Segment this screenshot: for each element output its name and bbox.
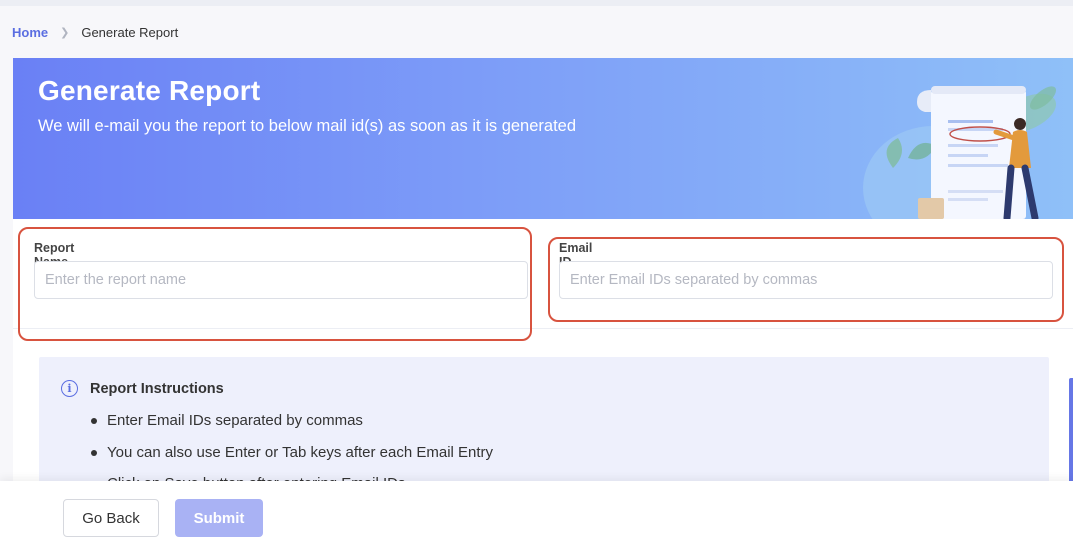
footer-actions: Go Back Submit xyxy=(0,481,1073,541)
list-item: Enter Email IDs separated by commas xyxy=(87,412,493,444)
submit-button[interactable]: Submit xyxy=(175,499,263,537)
report-card: Generate Report We will e-mail you the r… xyxy=(13,58,1073,541)
breadcrumb: Home ❯ Generate Report xyxy=(12,24,178,40)
instructions-title: Report Instructions xyxy=(90,380,224,397)
email-input[interactable] xyxy=(559,261,1053,299)
breadcrumb-current: Generate Report xyxy=(81,24,179,40)
report-name-input[interactable] xyxy=(34,261,528,299)
go-back-button[interactable]: Go Back xyxy=(63,499,159,537)
page-subtitle: We will e-mail you the report to below m… xyxy=(38,117,577,135)
form-divider xyxy=(13,328,1073,329)
instructions-header: i Report Instructions xyxy=(61,380,224,397)
report-form: Report Name Email ID xyxy=(13,219,1073,329)
report-illustration xyxy=(863,86,1057,219)
header-banner: Generate Report We will e-mail you the r… xyxy=(13,58,1073,219)
page-title: Generate Report xyxy=(38,75,261,106)
top-bar xyxy=(0,0,1073,6)
list-item: You can also use Enter or Tab keys after… xyxy=(87,444,493,476)
info-icon: i xyxy=(61,380,78,397)
chevron-right-icon: ❯ xyxy=(60,26,70,39)
breadcrumb-home-link[interactable]: Home xyxy=(12,25,48,40)
